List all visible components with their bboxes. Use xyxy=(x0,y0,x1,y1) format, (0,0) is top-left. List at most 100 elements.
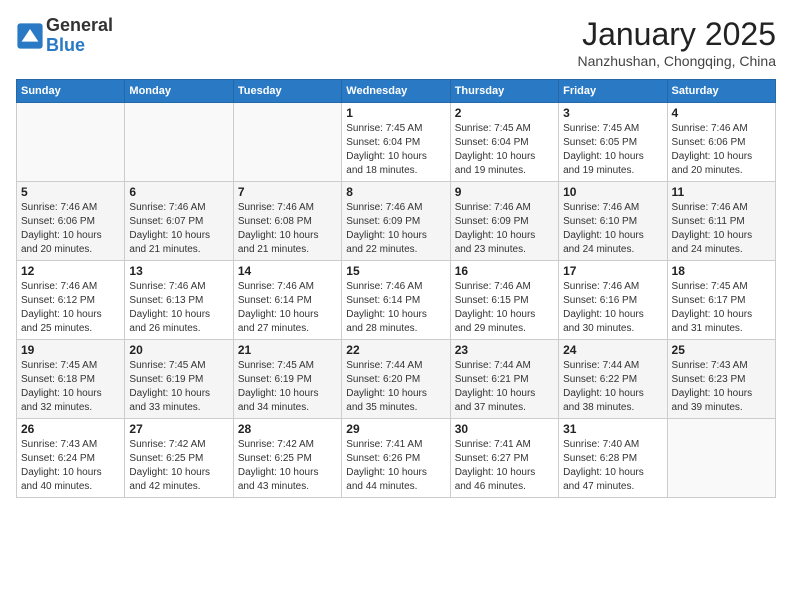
day-info: Sunrise: 7:46 AM Sunset: 6:14 PM Dayligh… xyxy=(238,280,337,336)
day-number: 27 xyxy=(129,422,228,436)
logo-blue: Blue xyxy=(46,36,113,56)
day-number: 9 xyxy=(455,185,554,199)
day-number: 7 xyxy=(238,185,337,199)
calendar-cell: 6 Sunrise: 7:46 AM Sunset: 6:07 PM Daylig… xyxy=(125,182,233,261)
day-number: 10 xyxy=(563,185,662,199)
day-number: 11 xyxy=(672,185,771,199)
calendar-cell xyxy=(125,103,233,182)
day-info: Sunrise: 7:44 AM Sunset: 6:20 PM Dayligh… xyxy=(346,359,445,415)
calendar-body: 1Sunrise: 7:45 AM Sunset: 6:04 PM Daylig… xyxy=(17,103,776,498)
calendar-cell: 29Sunrise: 7:41 AM Sunset: 6:26 PM Dayli… xyxy=(342,419,450,498)
calendar-cell: 21 Sunrise: 7:45 AM Sunset: 6:19 PM Dayli… xyxy=(233,340,341,419)
week-row-4: 19 Sunrise: 7:45 AM Sunset: 6:18 PM Dayli… xyxy=(17,340,776,419)
day-number: 4 xyxy=(672,106,771,120)
day-info: Sunrise: 7:44 AM Sunset: 6:22 PM Dayligh… xyxy=(563,359,662,415)
day-info: Sunrise: 7:46 AM Sunset: 6:09 PM Dayligh… xyxy=(346,201,445,257)
calendar-cell: 3Sunrise: 7:45 AM Sunset: 6:05 PM Daylig… xyxy=(559,103,667,182)
day-info: Sunrise: 7:46 AM Sunset: 6:12 PM Dayligh… xyxy=(21,280,120,336)
day-number: 24 xyxy=(563,343,662,357)
day-info: Sunrise: 7:46 AM Sunset: 6:14 PM Dayligh… xyxy=(346,280,445,336)
day-number: 16 xyxy=(455,264,554,278)
logo: General Blue xyxy=(16,16,113,56)
day-info: Sunrise: 7:42 AM Sunset: 6:25 PM Dayligh… xyxy=(129,438,228,494)
day-info: Sunrise: 7:46 AM Sunset: 6:08 PM Dayligh… xyxy=(238,201,337,257)
logo-icon xyxy=(16,22,44,50)
day-info: Sunrise: 7:42 AM Sunset: 6:25 PM Dayligh… xyxy=(238,438,337,494)
calendar-cell: 7 Sunrise: 7:46 AM Sunset: 6:08 PM Daylig… xyxy=(233,182,341,261)
calendar-cell: 15Sunrise: 7:46 AM Sunset: 6:14 PM Dayli… xyxy=(342,261,450,340)
calendar-cell: 23 Sunrise: 7:44 AM Sunset: 6:21 PM Dayli… xyxy=(450,340,558,419)
calendar-cell: 2Sunrise: 7:45 AM Sunset: 6:04 PM Daylig… xyxy=(450,103,558,182)
calendar-cell: 19 Sunrise: 7:45 AM Sunset: 6:18 PM Dayli… xyxy=(17,340,125,419)
day-number: 21 xyxy=(238,343,337,357)
day-number: 28 xyxy=(238,422,337,436)
calendar-cell: 9Sunrise: 7:46 AM Sunset: 6:09 PM Daylig… xyxy=(450,182,558,261)
day-number: 6 xyxy=(129,185,228,199)
column-header-tuesday: Tuesday xyxy=(233,80,341,103)
calendar-cell: 20Sunrise: 7:45 AM Sunset: 6:19 PM Dayli… xyxy=(125,340,233,419)
day-number: 29 xyxy=(346,422,445,436)
day-info: Sunrise: 7:43 AM Sunset: 6:23 PM Dayligh… xyxy=(672,359,771,415)
week-row-5: 26Sunrise: 7:43 AM Sunset: 6:24 PM Dayli… xyxy=(17,419,776,498)
day-info: Sunrise: 7:46 AM Sunset: 6:10 PM Dayligh… xyxy=(563,201,662,257)
calendar-cell: 31 Sunrise: 7:40 AM Sunset: 6:28 PM Dayli… xyxy=(559,419,667,498)
day-info: Sunrise: 7:46 AM Sunset: 6:06 PM Dayligh… xyxy=(21,201,120,257)
column-header-wednesday: Wednesday xyxy=(342,80,450,103)
day-info: Sunrise: 7:43 AM Sunset: 6:24 PM Dayligh… xyxy=(21,438,120,494)
day-number: 8 xyxy=(346,185,445,199)
day-info: Sunrise: 7:45 AM Sunset: 6:19 PM Dayligh… xyxy=(238,359,337,415)
day-number: 19 xyxy=(21,343,120,357)
day-info: Sunrise: 7:46 AM Sunset: 6:07 PM Dayligh… xyxy=(129,201,228,257)
logo-general: General xyxy=(46,16,113,36)
calendar-cell: 28 Sunrise: 7:42 AM Sunset: 6:25 PM Dayli… xyxy=(233,419,341,498)
calendar-cell: 11 Sunrise: 7:46 AM Sunset: 6:11 PM Dayli… xyxy=(667,182,775,261)
day-number: 30 xyxy=(455,422,554,436)
calendar-cell: 22 Sunrise: 7:44 AM Sunset: 6:20 PM Dayli… xyxy=(342,340,450,419)
calendar-cell: 4 Sunrise: 7:46 AM Sunset: 6:06 PM Daylig… xyxy=(667,103,775,182)
column-header-monday: Monday xyxy=(125,80,233,103)
calendar-header: SundayMondayTuesdayWednesdayThursdayFrid… xyxy=(17,80,776,103)
day-info: Sunrise: 7:45 AM Sunset: 6:18 PM Dayligh… xyxy=(21,359,120,415)
day-number: 2 xyxy=(455,106,554,120)
calendar-cell: 1Sunrise: 7:45 AM Sunset: 6:04 PM Daylig… xyxy=(342,103,450,182)
day-info: Sunrise: 7:46 AM Sunset: 6:16 PM Dayligh… xyxy=(563,280,662,336)
column-header-thursday: Thursday xyxy=(450,80,558,103)
day-info: Sunrise: 7:46 AM Sunset: 6:11 PM Dayligh… xyxy=(672,201,771,257)
week-row-1: 1Sunrise: 7:45 AM Sunset: 6:04 PM Daylig… xyxy=(17,103,776,182)
column-header-sunday: Sunday xyxy=(17,80,125,103)
day-number: 14 xyxy=(238,264,337,278)
day-info: Sunrise: 7:41 AM Sunset: 6:27 PM Dayligh… xyxy=(455,438,554,494)
column-header-saturday: Saturday xyxy=(667,80,775,103)
day-info: Sunrise: 7:44 AM Sunset: 6:21 PM Dayligh… xyxy=(455,359,554,415)
day-info: Sunrise: 7:45 AM Sunset: 6:17 PM Dayligh… xyxy=(672,280,771,336)
day-info: Sunrise: 7:46 AM Sunset: 6:06 PM Dayligh… xyxy=(672,122,771,178)
calendar-cell: 12 Sunrise: 7:46 AM Sunset: 6:12 PM Dayli… xyxy=(17,261,125,340)
title-block: January 2025 Nanzhushan, Chongqing, Chin… xyxy=(578,16,776,69)
calendar-cell xyxy=(233,103,341,182)
header-row: SundayMondayTuesdayWednesdayThursdayFrid… xyxy=(17,80,776,103)
day-info: Sunrise: 7:46 AM Sunset: 6:13 PM Dayligh… xyxy=(129,280,228,336)
day-info: Sunrise: 7:40 AM Sunset: 6:28 PM Dayligh… xyxy=(563,438,662,494)
calendar-cell: 10 Sunrise: 7:46 AM Sunset: 6:10 PM Dayli… xyxy=(559,182,667,261)
logo-text: General Blue xyxy=(46,16,113,56)
column-header-friday: Friday xyxy=(559,80,667,103)
week-row-3: 12 Sunrise: 7:46 AM Sunset: 6:12 PM Dayli… xyxy=(17,261,776,340)
day-number: 23 xyxy=(455,343,554,357)
day-number: 5 xyxy=(21,185,120,199)
calendar-cell: 26Sunrise: 7:43 AM Sunset: 6:24 PM Dayli… xyxy=(17,419,125,498)
month-title: January 2025 xyxy=(578,16,776,53)
calendar-table: SundayMondayTuesdayWednesdayThursdayFrid… xyxy=(16,79,776,498)
day-number: 31 xyxy=(563,422,662,436)
day-info: Sunrise: 7:45 AM Sunset: 6:05 PM Dayligh… xyxy=(563,122,662,178)
day-number: 22 xyxy=(346,343,445,357)
day-number: 17 xyxy=(563,264,662,278)
day-number: 1 xyxy=(346,106,445,120)
location: Nanzhushan, Chongqing, China xyxy=(578,53,776,69)
day-info: Sunrise: 7:46 AM Sunset: 6:15 PM Dayligh… xyxy=(455,280,554,336)
day-number: 18 xyxy=(672,264,771,278)
day-number: 12 xyxy=(21,264,120,278)
calendar-cell: 30 Sunrise: 7:41 AM Sunset: 6:27 PM Dayli… xyxy=(450,419,558,498)
day-number: 20 xyxy=(129,343,228,357)
calendar-cell: 5 Sunrise: 7:46 AM Sunset: 6:06 PM Daylig… xyxy=(17,182,125,261)
day-number: 25 xyxy=(672,343,771,357)
